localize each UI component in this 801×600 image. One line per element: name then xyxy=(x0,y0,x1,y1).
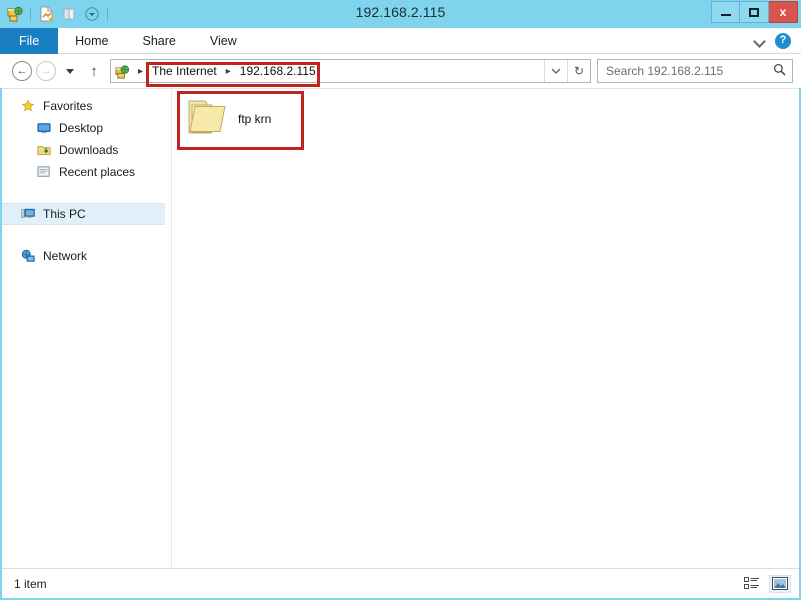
breadcrumb-item-internet[interactable]: The Internet xyxy=(150,63,219,79)
list-item[interactable]: ftp krn xyxy=(180,93,300,145)
breadcrumb-item-host[interactable]: 192.168.2.115 xyxy=(238,63,318,79)
tab-share[interactable]: Share xyxy=(126,28,193,54)
chevron-down-icon[interactable] xyxy=(755,35,766,46)
sidebar-item-label: Favorites xyxy=(43,99,93,113)
recent-locations-button[interactable] xyxy=(58,59,82,83)
search-box[interactable]: Search 192.168.2.115 xyxy=(597,59,793,83)
details-view-button[interactable] xyxy=(741,575,763,593)
qat-separator-1 xyxy=(30,7,31,21)
properties-icon[interactable] xyxy=(36,4,56,24)
status-bar: 1 item xyxy=(2,568,799,598)
address-bar[interactable]: ▸ The Internet ▸ 192.168.2.115 ↻ xyxy=(110,59,591,83)
sidebar-item-label: This PC xyxy=(43,207,86,221)
tab-file[interactable]: File xyxy=(0,28,59,54)
help-icon[interactable]: ? xyxy=(775,32,791,49)
star-icon xyxy=(20,98,36,114)
file-list-pane[interactable]: ftp krn xyxy=(172,89,799,568)
recent-places-icon xyxy=(36,164,52,180)
refresh-icon[interactable]: ↻ xyxy=(568,60,590,82)
up-arrow-icon: ↑ xyxy=(90,62,98,80)
sidebar-item-label: Desktop xyxy=(59,121,104,135)
breadcrumb-leading-arrow[interactable]: ▸ xyxy=(133,66,148,77)
title-bar: 192.168.2.115 x xyxy=(0,0,801,28)
sidebar-item-network[interactable]: Network xyxy=(2,245,171,267)
explorer-body: Favorites Desktop Downloads Recent place… xyxy=(2,88,799,568)
breadcrumb: The Internet ▸ 192.168.2.115 xyxy=(148,63,544,79)
forward-icon: → xyxy=(36,61,56,81)
minimize-button[interactable] xyxy=(711,1,740,23)
qat-separator-2 xyxy=(107,7,108,21)
sidebar-item-label: Downloads xyxy=(59,143,119,157)
folder-icon xyxy=(186,97,230,142)
downloads-folder-icon xyxy=(36,142,52,158)
new-folder-icon[interactable] xyxy=(59,4,79,24)
up-button[interactable]: ↑ xyxy=(82,59,106,83)
view-mode-buttons xyxy=(741,574,791,593)
sidebar-item-downloads[interactable]: Downloads xyxy=(2,139,171,161)
internet-globe-icon xyxy=(111,60,133,82)
sidebar-item-label: Recent places xyxy=(59,165,136,179)
list-item-label: ftp krn xyxy=(238,112,272,126)
window-title: 192.168.2.115 xyxy=(355,4,446,20)
search-icon xyxy=(773,63,786,79)
sidebar-item-this-pc[interactable]: This PC xyxy=(2,203,165,225)
address-toolbar: ← → ↑ ▸ The Internet ▸ 192.168.2.115 ↻ S… xyxy=(0,54,801,88)
search-input[interactable]: Search 192.168.2.115 xyxy=(606,64,773,78)
ribbon-tab-strip: File Home Share View ? xyxy=(0,28,801,54)
back-button[interactable]: ← xyxy=(10,59,34,83)
large-icons-view-button[interactable] xyxy=(769,574,791,593)
close-button[interactable]: x xyxy=(769,1,798,23)
desktop-monitor-icon xyxy=(36,120,52,136)
forward-button[interactable]: → xyxy=(34,59,58,83)
ribbon-right-controls: ? xyxy=(755,28,801,53)
minimize-icon xyxy=(720,14,731,16)
explorer-window: 192.168.2.115 x File Home Share View ? ←… xyxy=(0,0,801,600)
breadcrumb-separator[interactable]: ▸ xyxy=(221,66,236,77)
chevron-down-icon xyxy=(66,68,74,74)
sidebar-item-label: Network xyxy=(43,249,88,263)
sidebar-item-recent-places[interactable]: Recent places xyxy=(2,161,171,183)
computer-icon xyxy=(20,206,36,222)
navigation-pane: Favorites Desktop Downloads Recent place… xyxy=(2,89,172,568)
tab-home[interactable]: Home xyxy=(58,28,125,54)
item-count-label: 1 item xyxy=(14,576,47,591)
back-icon: ← xyxy=(12,61,32,81)
quick-access-toolbar xyxy=(0,3,110,25)
window-controls: x xyxy=(711,1,798,23)
maximize-button[interactable] xyxy=(740,1,769,23)
tab-view[interactable]: View xyxy=(193,28,254,54)
sidebar-item-favorites[interactable]: Favorites xyxy=(2,95,171,117)
maximize-icon xyxy=(749,7,759,17)
sidebar-item-desktop[interactable]: Desktop xyxy=(2,117,171,139)
address-bar-controls: ↻ xyxy=(544,60,590,82)
customize-dropdown-icon[interactable] xyxy=(82,4,102,24)
previous-locations-dropdown-icon[interactable] xyxy=(545,60,567,82)
network-icon xyxy=(20,248,36,264)
explorer-network-icon[interactable] xyxy=(5,4,25,24)
